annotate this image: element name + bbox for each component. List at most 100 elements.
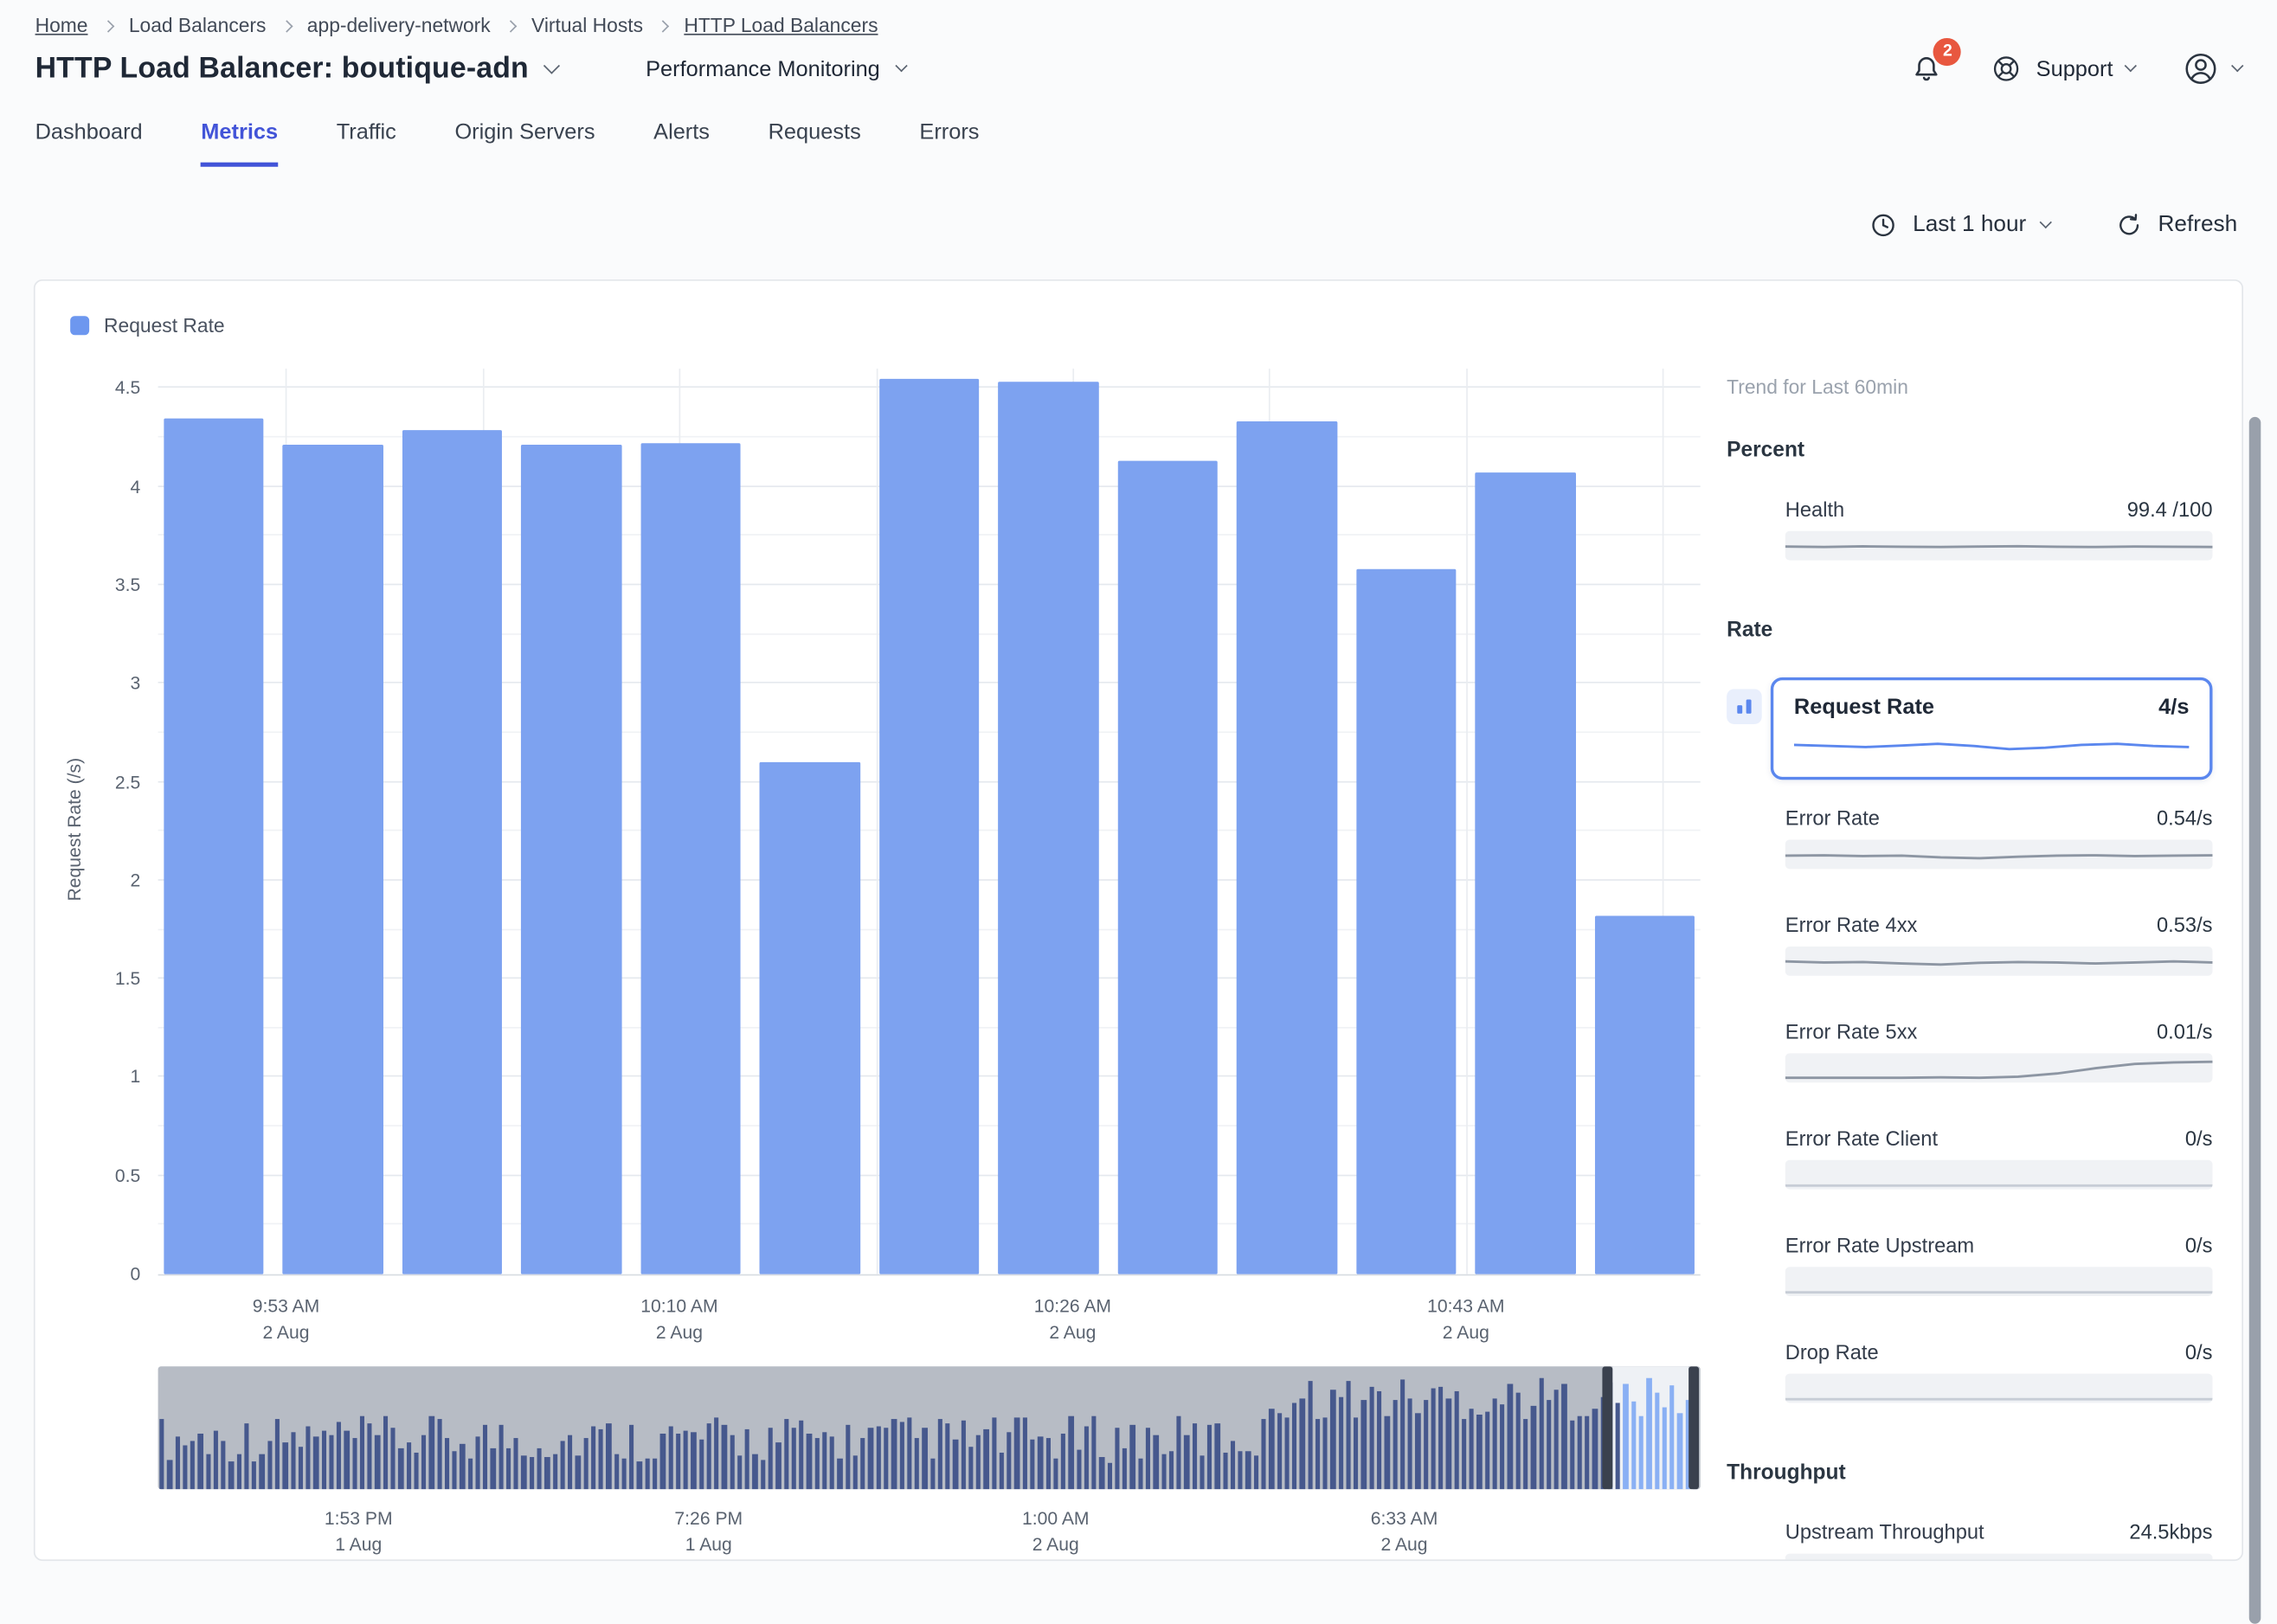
breadcrumb-home[interactable]: Home: [35, 15, 88, 36]
account-menu[interactable]: [2182, 49, 2242, 87]
view-selector-dropdown[interactable]: Performance Monitoring: [646, 56, 906, 81]
minimap-bar: [175, 1436, 180, 1489]
metric-value: 0/s: [2185, 1233, 2213, 1256]
minimap-bar: [1639, 1416, 1644, 1489]
minimap-bar: [329, 1435, 334, 1490]
brush-handle-right[interactable]: [1688, 1366, 1699, 1489]
minimap-bar: [1400, 1380, 1405, 1490]
support-menu[interactable]: Support: [1991, 53, 2135, 85]
minimap-bar: [953, 1439, 958, 1489]
minimap-bar: [607, 1423, 612, 1489]
metric-value: 0.54/s: [2157, 806, 2212, 830]
minimap-bar: [1099, 1457, 1104, 1489]
minimap-bar: [1254, 1456, 1259, 1489]
minimap-bar: [190, 1441, 196, 1490]
minimap-bar: [968, 1446, 974, 1489]
sparkline: [1785, 947, 2213, 976]
minimap-bar: [645, 1458, 650, 1489]
minimap-bar: [1647, 1377, 1652, 1489]
view-selector-label: Performance Monitoring: [646, 56, 880, 81]
metric-row-drop-rate[interactable]: Drop Rate 0/s: [1785, 1340, 2213, 1403]
metric-label: Drop Rate: [1785, 1340, 1879, 1364]
tab-metrics[interactable]: Metrics: [201, 120, 278, 167]
chart-bar: [760, 762, 860, 1274]
minimap-bar: [1515, 1393, 1521, 1489]
time-brush-minimap[interactable]: [158, 1366, 1701, 1489]
metric-label: Error Rate Upstream: [1785, 1233, 1974, 1256]
tab-dashboard[interactable]: Dashboard: [35, 120, 143, 167]
title-dropdown-chevron-icon[interactable]: [544, 58, 560, 74]
minimap-bar: [1269, 1409, 1274, 1490]
tab-alerts[interactable]: Alerts: [653, 120, 710, 167]
y-tick-label: 3: [131, 673, 141, 694]
minimap-bar: [961, 1421, 966, 1489]
minimap-bar: [891, 1419, 897, 1489]
minimap-bar: [267, 1441, 273, 1489]
metric-row-upstream-throughput[interactable]: Upstream Throughput 24.5kbps: [1785, 1520, 2213, 1561]
metric-row-error-rate-5xx[interactable]: Error Rate 5xx 0.01/s: [1785, 1019, 2213, 1082]
notifications-button[interactable]: 2: [1910, 52, 1944, 86]
time-range-dropdown[interactable]: Last 1 hour: [1869, 210, 2049, 240]
minimap-bar: [1200, 1455, 1205, 1489]
minimap-bar: [1416, 1413, 1421, 1490]
metric-value: 0/s: [2185, 1340, 2213, 1364]
minimap-bar: [1592, 1409, 1598, 1490]
metric-label: Error Rate: [1785, 806, 1880, 830]
breadcrumb-namespace[interactable]: app-delivery-network: [307, 15, 491, 36]
minimap-bar: [306, 1427, 311, 1489]
brush-handle-left[interactable]: [1602, 1366, 1612, 1489]
minimap-bar: [1284, 1417, 1290, 1489]
minimap-bar: [1161, 1454, 1167, 1489]
refresh-button[interactable]: Refresh: [2114, 210, 2238, 240]
metric-row-error-rate-4xx[interactable]: Error Rate 4xx 0.53/s: [1785, 913, 2213, 976]
chart-legend[interactable]: Request Rate: [70, 315, 1701, 337]
minimap-bar: [1154, 1435, 1159, 1489]
minimap-bar: [475, 1436, 480, 1489]
bar-chart-type-icon[interactable]: [1727, 689, 1762, 724]
minimap-bar: [183, 1445, 188, 1489]
x-tick-label: 9:53 AM2 Aug: [253, 1294, 320, 1345]
minimap-bar: [945, 1423, 950, 1489]
notification-badge: 2: [1933, 37, 1961, 65]
metric-row-error-rate-upstream[interactable]: Error Rate Upstream 0/s: [1785, 1233, 2213, 1296]
metric-value: 0/s: [2185, 1127, 2213, 1150]
minimap-bar: [198, 1433, 203, 1489]
metric-label: Upstream Throughput: [1785, 1520, 1984, 1544]
minimap-bar: [668, 1427, 673, 1489]
minimap-bar: [1377, 1391, 1382, 1490]
minimap-bar: [429, 1416, 434, 1489]
minimap-bar: [1122, 1447, 1128, 1489]
breadcrumb-virtual-hosts[interactable]: Virtual Hosts: [531, 15, 643, 36]
vertical-scrollbar[interactable]: [2249, 417, 2261, 1624]
tab-traffic[interactable]: Traffic: [337, 120, 396, 167]
minimap-bar: [1462, 1420, 1467, 1490]
minimap-bar: [1130, 1425, 1135, 1489]
tab-requests[interactable]: Requests: [769, 120, 861, 167]
metric-row-request-rate[interactable]: Request Rate 4/s: [1771, 677, 2213, 780]
minimap-bar: [783, 1420, 788, 1489]
minimap-bar: [1631, 1401, 1637, 1489]
minimap-bar: [1092, 1416, 1097, 1489]
minimap-bar: [1107, 1462, 1112, 1489]
metric-value: 99.4 /100: [2127, 497, 2213, 521]
breadcrumb-load-balancers[interactable]: Load Balancers: [129, 15, 267, 36]
metric-row-error-rate-client[interactable]: Error Rate Client 0/s: [1785, 1127, 2213, 1190]
chart-bar: [1117, 461, 1218, 1274]
chevron-down-icon: [2039, 216, 2051, 228]
metric-label: Request Rate: [1794, 695, 1934, 720]
minimap-bar: [899, 1422, 904, 1489]
breadcrumb-http-load-balancers[interactable]: HTTP Load Balancers: [684, 15, 878, 36]
legend-label: Request Rate: [104, 315, 225, 337]
header-right: 2 Support: [1910, 49, 2242, 87]
minimap-bar: [1454, 1390, 1459, 1489]
minimap-bar: [591, 1426, 596, 1489]
minimap-bar: [1477, 1415, 1483, 1490]
minimap-bar: [159, 1419, 164, 1489]
tab-errors[interactable]: Errors: [919, 120, 979, 167]
chart-bar: [1594, 916, 1695, 1274]
metric-row-error-rate[interactable]: Error Rate 0.54/s: [1785, 806, 2213, 870]
metric-row-health[interactable]: Health 99.4 /100: [1785, 497, 2213, 561]
breadcrumb: Home Load Balancers app-delivery-network…: [35, 15, 2242, 36]
tab-origin-servers[interactable]: Origin Servers: [454, 120, 595, 167]
minimap-bar: [737, 1455, 743, 1490]
